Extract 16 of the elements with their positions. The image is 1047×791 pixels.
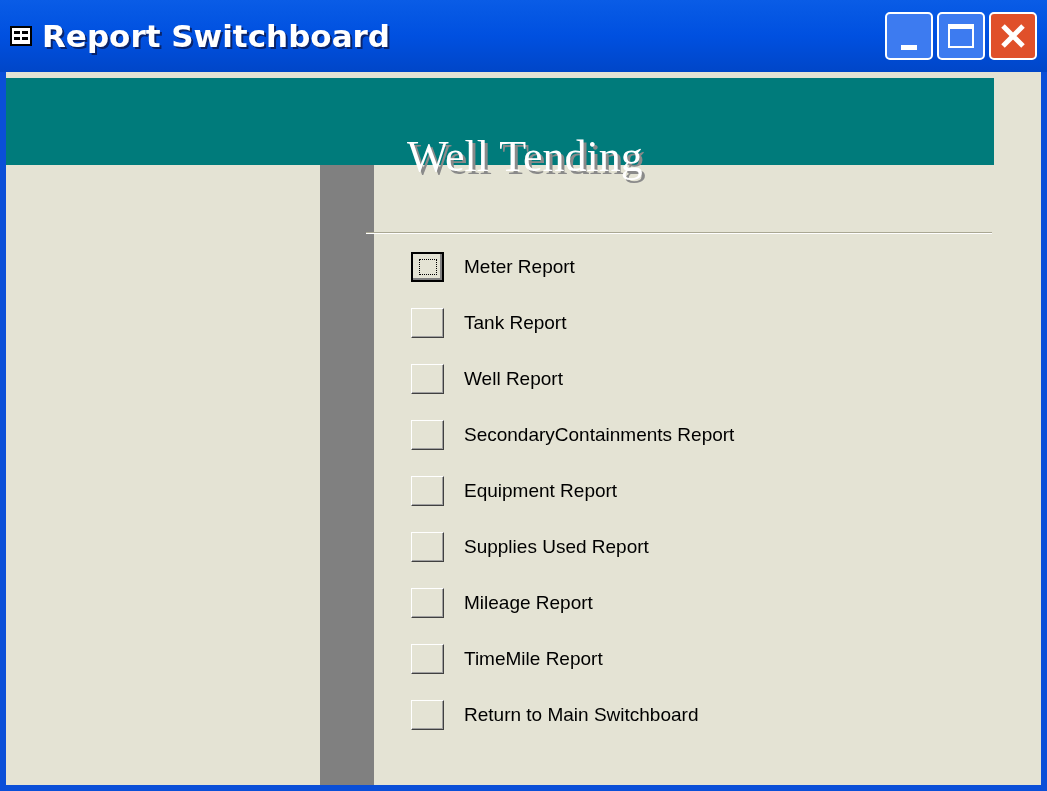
button-label: Equipment Report	[464, 478, 618, 503]
button-label: TimeMile Report	[464, 646, 603, 671]
maximize-button[interactable]	[937, 12, 985, 60]
button-label: Mileage Report	[464, 590, 593, 615]
button-label: SecondaryContainments Report	[464, 422, 735, 447]
minimize-button[interactable]	[885, 12, 933, 60]
button-label: Return to Main Switchboard	[464, 702, 699, 727]
switchboard-button[interactable]	[411, 252, 444, 282]
close-button[interactable]	[989, 12, 1037, 60]
button-label: Supplies Used Report	[464, 534, 649, 559]
window-title: Report Switchboard	[42, 16, 391, 56]
close-icon	[999, 22, 1027, 50]
form-icon	[10, 26, 32, 46]
button-label: Meter Report	[464, 254, 575, 279]
button-label: Tank Report	[464, 310, 567, 335]
button-label: Well Report	[464, 366, 563, 391]
